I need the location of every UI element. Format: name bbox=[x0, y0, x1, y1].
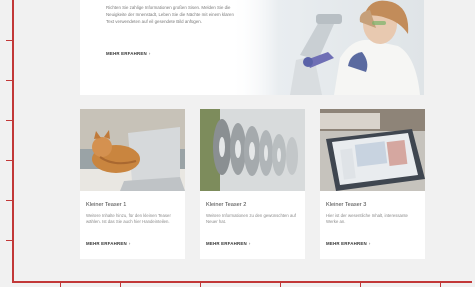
guide-tick bbox=[280, 283, 281, 287]
teaser-more-link[interactable]: MEHR ERFAHREN › bbox=[206, 241, 251, 246]
teaser-body: Weitere Informationen zu den gewünschten… bbox=[206, 213, 296, 225]
cat-laptop-image bbox=[80, 109, 185, 191]
guide-tick bbox=[120, 283, 121, 287]
film-reels-image bbox=[200, 109, 305, 191]
hero-teaser: Richten Sie zahlige Informationen großen… bbox=[80, 0, 424, 95]
teaser-title: Kleiner Teaser 1 bbox=[86, 202, 127, 208]
teaser-more-link[interactable]: MEHR ERFAHREN › bbox=[86, 241, 131, 246]
teaser-more-label: MEHR ERFAHREN bbox=[86, 241, 127, 246]
guide-tick bbox=[6, 120, 12, 121]
chevron-right-icon: › bbox=[128, 241, 131, 246]
teaser-card-2[interactable]: Kleiner Teaser 2 Weitere Informationen z… bbox=[200, 109, 305, 259]
guide-tick bbox=[200, 283, 201, 287]
teaser-title: Kleiner Teaser 3 bbox=[326, 202, 367, 208]
teaser-card-3[interactable]: Kleiner Teaser 3 Hier ist der wesentlich… bbox=[320, 109, 425, 259]
hero-body-text: Richten Sie zahlige Informationen großen… bbox=[106, 5, 234, 24]
guide-line-vertical bbox=[12, 0, 14, 283]
chevron-right-icon: › bbox=[368, 241, 371, 246]
guide-tick bbox=[6, 200, 12, 201]
teaser-body: Hier ist der wesentliche Inhalt, interes… bbox=[326, 213, 408, 225]
teaser-more-label: MEHR ERFAHREN bbox=[326, 241, 367, 246]
guide-tick bbox=[6, 40, 12, 41]
guide-line-horizontal bbox=[12, 281, 472, 283]
teaser-card-1[interactable]: Kleiner Teaser 1 Weitere Inhalte hinzu, … bbox=[80, 109, 185, 259]
guide-tick bbox=[6, 80, 12, 81]
guide-tick bbox=[60, 283, 61, 287]
page: Richten Sie zahlige Informationen großen… bbox=[0, 0, 475, 287]
tablet-magazine-image bbox=[320, 109, 425, 191]
chevron-right-icon: › bbox=[148, 51, 151, 56]
laboratory-image bbox=[230, 0, 424, 95]
hero-more-link[interactable]: MEHR ERFAHREN › bbox=[106, 51, 151, 56]
hero-text-block: Richten Sie zahlige Informationen großen… bbox=[106, 4, 236, 25]
guide-tick bbox=[360, 283, 361, 287]
guide-tick bbox=[6, 240, 12, 241]
guide-tick bbox=[6, 160, 12, 161]
hero-more-label: MEHR ERFAHREN bbox=[106, 51, 147, 56]
teaser-more-link[interactable]: MEHR ERFAHREN › bbox=[326, 241, 371, 246]
chevron-right-icon: › bbox=[248, 241, 251, 246]
teaser-more-label: MEHR ERFAHREN bbox=[206, 241, 247, 246]
teaser-title: Kleiner Teaser 2 bbox=[206, 202, 247, 208]
guide-tick bbox=[440, 283, 441, 287]
teaser-body: Weitere Inhalte hinzu, für den kleinen T… bbox=[86, 213, 171, 225]
